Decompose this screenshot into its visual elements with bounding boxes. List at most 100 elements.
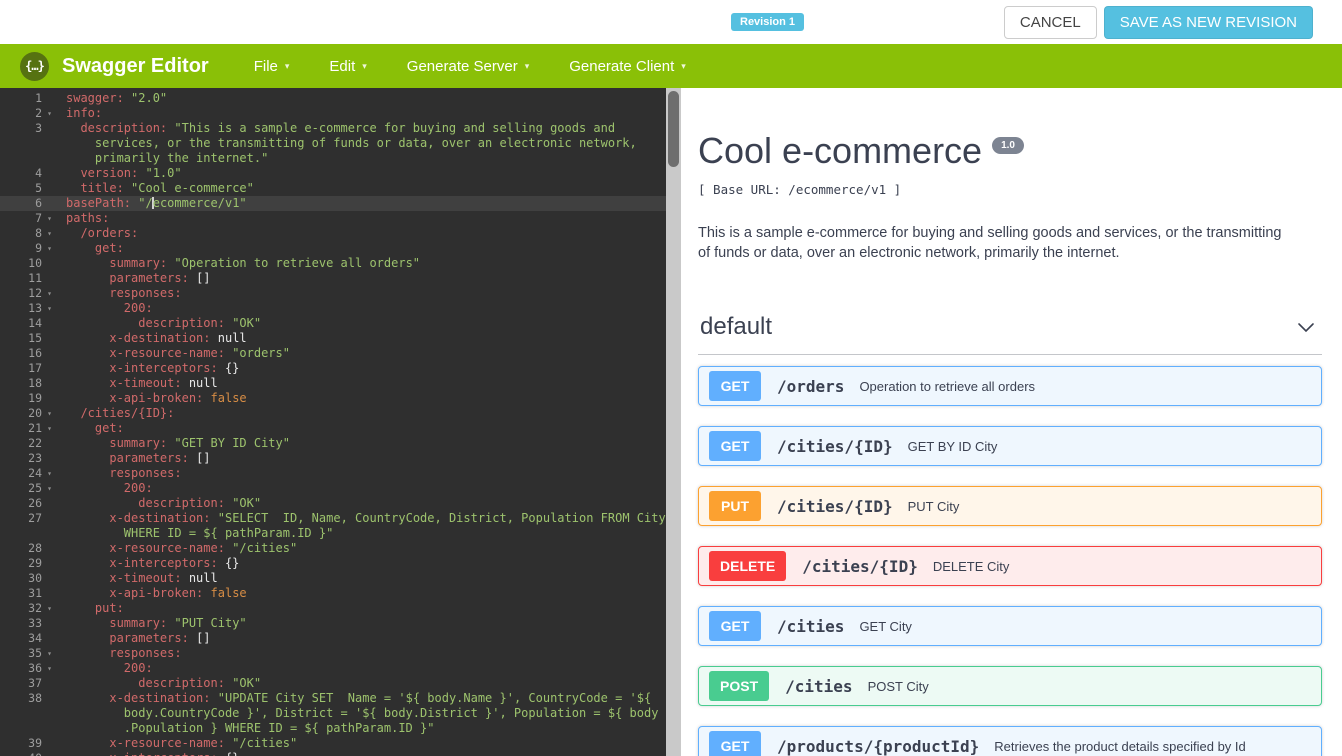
operation-path: /cities/{ID} (777, 436, 893, 456)
editor-line-34[interactable]: 34 parameters: [] (0, 631, 666, 646)
fold-toggle-icon[interactable]: ▾ (42, 481, 57, 496)
editor-line-26[interactable]: 26 description: "OK" (0, 496, 666, 511)
method-badge: GET (709, 611, 761, 641)
editor-line-5[interactable]: 5 title: "Cool e-commerce" (0, 181, 666, 196)
editor-line-19[interactable]: 19 x-api-broken: false (0, 391, 666, 406)
editor-line-18[interactable]: 18 x-timeout: null (0, 376, 666, 391)
method-badge: DELETE (709, 551, 787, 581)
fold-toggle-icon[interactable]: ▾ (42, 661, 57, 676)
menu-generate-client[interactable]: Generate Client ▾ (569, 58, 686, 75)
editor-line-22[interactable]: 22 summary: "GET BY ID City" (0, 436, 666, 451)
fold-toggle-icon[interactable]: ▾ (42, 211, 57, 226)
editor-line-30[interactable]: 30 x-timeout: null (0, 571, 666, 586)
editor-line-36[interactable]: 36 ▾ 200: (0, 661, 666, 676)
code-text: /cities/{ID}: (80, 406, 175, 420)
editor-line-39[interactable]: 39 x-resource-name: "/cities" (0, 736, 666, 751)
fold-toggle-icon[interactable]: ▾ (42, 406, 57, 421)
editor-line-24[interactable]: 24 ▾ responses: (0, 466, 666, 481)
editor-line-14[interactable]: 14 description: "OK" (0, 316, 666, 331)
editor-line-27[interactable]: 27 x-destination: "SELECT ID, Name, Coun… (0, 511, 666, 526)
editor-line-2[interactable]: 2 ▾ info: (0, 106, 666, 121)
fold-toggle-icon[interactable]: ▾ (42, 301, 57, 316)
line-number: 8 (35, 226, 42, 240)
editor-line-15[interactable]: 15 x-destination: null (0, 331, 666, 346)
code-text: x-interceptors: {} (57, 751, 666, 756)
editor-line-6[interactable]: 6 basePath: "/ecommerce/v1" (0, 196, 666, 211)
editor-line-31[interactable]: 31 x-api-broken: false (0, 586, 666, 601)
fold-toggle-icon[interactable]: ▾ (42, 226, 57, 241)
save-as-new-revision-button[interactable]: SAVE AS NEW REVISION (1103, 5, 1313, 39)
menu-generate-server[interactable]: Generate Server ▾ (407, 58, 529, 75)
editor-line-wrap[interactable]: body.CountryCode }', District = '${ body… (0, 706, 666, 721)
editor-line-37[interactable]: 37 description: "OK" (0, 676, 666, 691)
editor-line-40[interactable]: 40 x-interceptors: {} (0, 751, 666, 756)
editor-line-20[interactable]: 20 ▾ /cities/{ID}: (0, 406, 666, 421)
editor-line-8[interactable]: 8 ▾ /orders: (0, 226, 666, 241)
fold-toggle-icon[interactable]: ▾ (42, 286, 57, 301)
chevron-down-icon[interactable] (1296, 317, 1316, 337)
editor-line-12[interactable]: 12 ▾ responses: (0, 286, 666, 301)
editor-line-wrap[interactable]: .Population } WHERE ID = ${ pathParam.ID… (0, 721, 666, 736)
editor-line-13[interactable]: 13 ▾ 200: (0, 301, 666, 316)
editor-line-3[interactable]: 3 description: "This is a sample e-comme… (0, 121, 666, 136)
line-number: 9 (35, 241, 42, 255)
operation-post-row[interactable]: POST/cities POST City (698, 666, 1322, 706)
line-number: 27 (28, 511, 42, 525)
fold-toggle-icon[interactable]: ▾ (42, 601, 57, 616)
operation-get-row[interactable]: GET/products/{productId} Retrieves the pr… (698, 726, 1322, 756)
editor-line-wrap[interactable]: services, or the transmitting of funds o… (0, 136, 666, 151)
editor-line-25[interactable]: 25 ▾ 200: (0, 481, 666, 496)
editor-line-38[interactable]: 38 x-destination: "UPDATE City SET Name … (0, 691, 666, 706)
cancel-button[interactable]: CANCEL (1003, 5, 1097, 39)
operation-delete-row[interactable]: DELETE/cities/{ID} DELETE City (698, 546, 1322, 586)
editor-line-11[interactable]: 11 parameters: [] (0, 271, 666, 286)
editor-line-9[interactable]: 9 ▾ get: (0, 241, 666, 256)
editor-line-35[interactable]: 35 ▾ responses: (0, 646, 666, 661)
fold-toggle-icon[interactable]: ▾ (42, 421, 57, 436)
editor-line-32[interactable]: 32 ▾ put: (0, 601, 666, 616)
code-text: parameters: [] (109, 451, 211, 465)
editor-line-21[interactable]: 21 ▾ get: (0, 421, 666, 436)
api-description: This is a sample e-commerce for buying a… (698, 225, 1282, 261)
editor-line-wrap[interactable]: primarily the internet." (0, 151, 666, 166)
editor-line-wrap[interactable]: WHERE ID = ${ pathParam.ID }" (0, 526, 666, 541)
operation-get-row[interactable]: GET/cities GET City (698, 606, 1322, 646)
fold-toggle-icon[interactable]: ▾ (42, 106, 57, 121)
editor-lines: 1 swagger: "2.0" 2 ▾ info: 3 description: "Th… (0, 91, 666, 756)
editor-line-4[interactable]: 4 version: "1.0" (0, 166, 666, 181)
section-default-header[interactable]: default (698, 307, 1322, 355)
editor-scrollbar[interactable] (666, 88, 681, 756)
editor-line-7[interactable]: 7 ▾ paths: (0, 211, 666, 226)
editor-line-28[interactable]: 28 x-resource-name: "/cities" (0, 541, 666, 556)
api-info-block: Cool e-commerce 1.0 [ Base URL: /ecommerc… (698, 130, 1322, 263)
method-badge: POST (709, 671, 770, 701)
method-badge: GET (709, 731, 761, 756)
menu-edit[interactable]: Edit ▾ (329, 58, 366, 75)
editor-line-29[interactable]: 29 x-interceptors: {} (0, 556, 666, 571)
scrollbar-thumb[interactable] (668, 91, 679, 167)
fold-toggle-icon[interactable]: ▾ (42, 466, 57, 481)
code-editor[interactable]: 1 swagger: "2.0" 2 ▾ info: 3 description: "Th… (0, 88, 666, 756)
editor-line-17[interactable]: 17 x-interceptors: {} (0, 361, 666, 376)
operation-get-row[interactable]: GET/orders Operation to retrieve all orde… (698, 366, 1322, 406)
code-text: x-destination: null (109, 331, 247, 345)
editor-line-23[interactable]: 23 parameters: [] (0, 451, 666, 466)
operation-get-row[interactable]: GET/cities/{ID} GET BY ID City (698, 426, 1322, 466)
editor-line-16[interactable]: 16 x-resource-name: "orders" (0, 346, 666, 361)
editor-line-10[interactable]: 10 summary: "Operation to retrieve all o… (0, 256, 666, 271)
editor-line-33[interactable]: 33 summary: "PUT City" (0, 616, 666, 631)
fold-toggle-icon[interactable]: ▾ (42, 646, 57, 661)
operation-put-row[interactable]: PUT/cities/{ID} PUT City (698, 486, 1322, 526)
menu-file[interactable]: File ▾ (254, 58, 290, 75)
operations-list: GET/orders Operation to retrieve all orde… (698, 366, 1322, 756)
editor-line-1[interactable]: 1 swagger: "2.0" (0, 91, 666, 106)
fold-toggle-icon[interactable]: ▾ (42, 241, 57, 256)
operation-summary: Retrieves the product details specified … (994, 738, 1246, 754)
code-text: services, or the transmitting of funds o… (66, 136, 637, 150)
line-number: 28 (28, 541, 42, 555)
